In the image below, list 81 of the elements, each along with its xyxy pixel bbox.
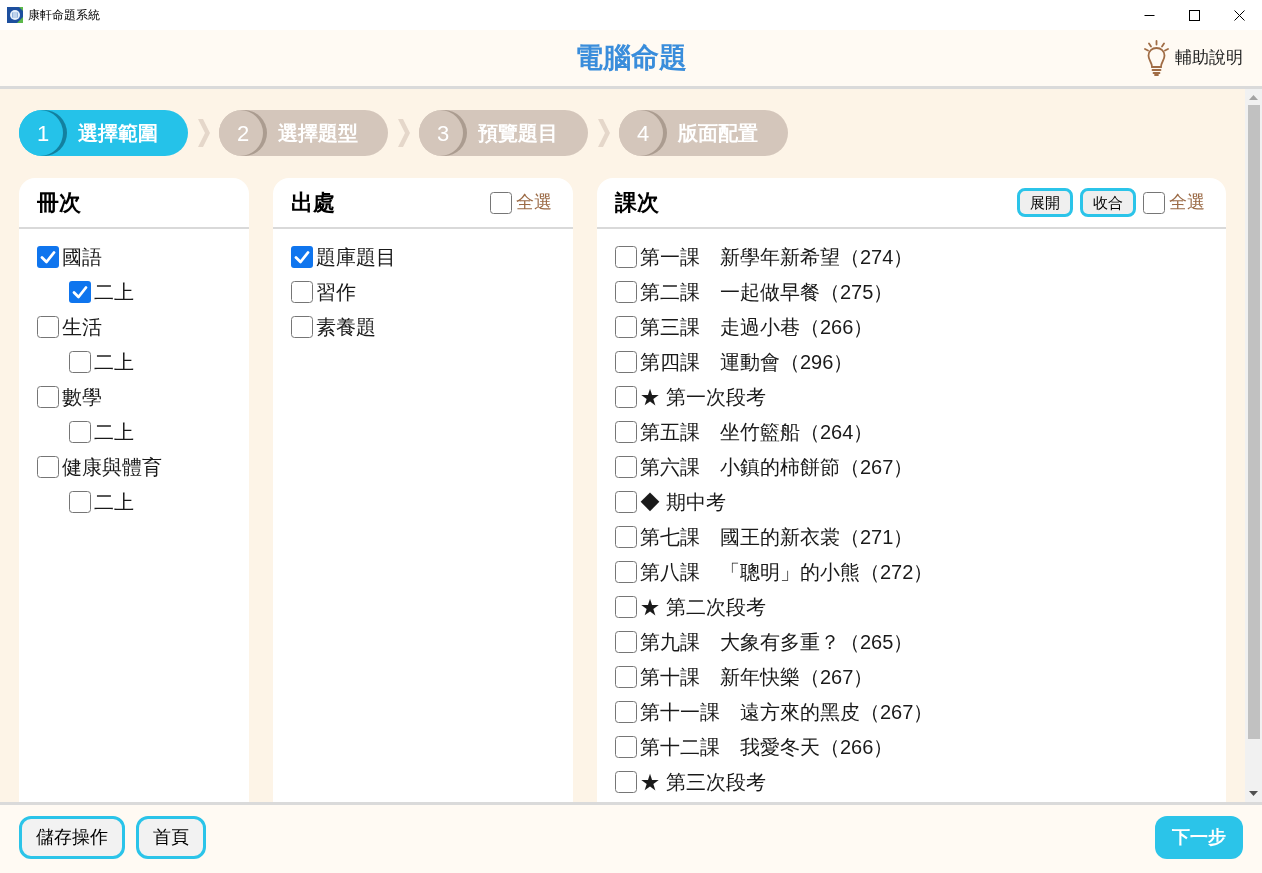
help-button[interactable]: 輔助說明 xyxy=(1144,40,1243,76)
checkbox[interactable] xyxy=(615,455,637,478)
lesson-label[interactable]: 第八課 「聰明」的小熊（272） xyxy=(640,556,934,587)
subject-label[interactable]: 生活 xyxy=(62,311,102,342)
step-number: 4 xyxy=(619,110,667,156)
checkbox[interactable] xyxy=(615,665,637,688)
lesson-label[interactable]: 第六課 小鎮的柿餅節（267） xyxy=(640,451,914,482)
lesson-label[interactable]: ★ 第一次段考 xyxy=(640,381,766,412)
close-icon xyxy=(1234,9,1245,21)
checkbox[interactable] xyxy=(615,315,637,338)
checkbox[interactable] xyxy=(615,770,637,793)
checkbox[interactable] xyxy=(615,700,637,723)
footer-button[interactable]: 首頁 xyxy=(136,816,206,859)
select-all-label[interactable]: 全選 xyxy=(1169,189,1205,216)
lesson-label[interactable]: 第十課 新年快樂（267） xyxy=(640,661,874,692)
panel-button[interactable]: 收合 xyxy=(1080,188,1136,217)
lesson-label[interactable]: ★ 第三次段考 xyxy=(640,766,766,797)
checkbox[interactable] xyxy=(615,350,637,373)
lesson-label[interactable]: 第二課 一起做早餐（275） xyxy=(640,276,894,307)
step-number: 1 xyxy=(19,110,67,156)
checkbox[interactable] xyxy=(37,385,59,408)
checkbox[interactable] xyxy=(615,560,637,583)
scrollbar-thumb[interactable] xyxy=(1247,105,1260,739)
footer-button[interactable]: 儲存操作 xyxy=(19,816,125,859)
panel-title: 出處 xyxy=(291,189,335,217)
checkbox[interactable] xyxy=(615,735,637,758)
lesson-label[interactable]: 第一課 新學年新希望（274） xyxy=(640,241,914,272)
lightbulb-icon xyxy=(1144,40,1169,76)
lesson-label[interactable]: 第十二課 我愛冬天（266） xyxy=(640,731,894,762)
checkbox[interactable] xyxy=(69,420,91,443)
checkbox[interactable] xyxy=(615,420,637,443)
lesson-label[interactable]: 第七課 國王的新衣裳（271） xyxy=(640,521,914,552)
lesson-label[interactable]: ◆ 期中考 xyxy=(640,486,726,517)
chevron-icon xyxy=(596,118,611,148)
checkbox[interactable] xyxy=(615,280,637,303)
lesson-label[interactable]: 第三課 走過小巷（266） xyxy=(640,311,874,342)
checkbox[interactable] xyxy=(37,455,59,478)
page-title: 電腦命題 xyxy=(575,44,687,72)
lesson-label[interactable]: 第九課 大象有多重？（265） xyxy=(640,626,914,657)
step-number: 3 xyxy=(419,110,467,156)
maximize-icon xyxy=(1189,9,1200,21)
source-label[interactable]: 習作 xyxy=(316,276,356,307)
checkbox[interactable] xyxy=(69,350,91,373)
panel-title: 課次 xyxy=(615,189,659,217)
scroll-down-icon[interactable] xyxy=(1249,791,1258,796)
panel-title: 冊次 xyxy=(37,189,81,217)
checkbox[interactable] xyxy=(615,385,637,408)
grade-label[interactable]: 二上 xyxy=(94,346,134,377)
checkbox[interactable] xyxy=(1143,191,1165,214)
checkbox[interactable] xyxy=(615,630,637,653)
app-logo-icon xyxy=(7,7,23,23)
checkbox[interactable] xyxy=(615,525,637,548)
lesson-label[interactable]: ★ 第二次段考 xyxy=(640,591,766,622)
lesson-label[interactable]: 第四課 運動會（296） xyxy=(640,346,854,377)
subject-label[interactable]: 數學 xyxy=(62,381,102,412)
checkbox[interactable] xyxy=(615,245,637,268)
checkbox[interactable] xyxy=(37,315,59,338)
checkbox[interactable] xyxy=(37,245,59,268)
window-title: 康軒命題系統 xyxy=(28,7,100,24)
chevron-icon xyxy=(396,118,411,148)
lesson-label[interactable]: 第五課 坐竹籃船（264） xyxy=(640,416,874,447)
select-all-label[interactable]: 全選 xyxy=(516,189,552,216)
checkbox[interactable] xyxy=(291,280,313,303)
chevron-icon xyxy=(196,118,211,148)
source-label[interactable]: 素養題 xyxy=(316,311,376,342)
checkbox[interactable] xyxy=(291,315,313,338)
checkbox[interactable] xyxy=(615,595,637,618)
checkbox[interactable] xyxy=(615,490,637,513)
subject-label[interactable]: 國語 xyxy=(62,241,102,272)
grade-label[interactable]: 二上 xyxy=(94,416,134,447)
checkbox[interactable] xyxy=(490,191,512,214)
checkbox[interactable] xyxy=(69,490,91,513)
grade-label[interactable]: 二上 xyxy=(94,276,134,307)
subject-label[interactable]: 健康與體育 xyxy=(62,451,162,482)
panel-button[interactable]: 展開 xyxy=(1017,188,1073,217)
checkbox[interactable] xyxy=(69,280,91,303)
grade-label[interactable]: 二上 xyxy=(94,486,134,517)
lesson-label[interactable]: 第十一課 遠方來的黑皮（267） xyxy=(640,696,934,727)
step-number: 2 xyxy=(219,110,267,156)
source-label[interactable]: 題庫題目 xyxy=(316,241,396,272)
checkbox[interactable] xyxy=(291,245,313,268)
